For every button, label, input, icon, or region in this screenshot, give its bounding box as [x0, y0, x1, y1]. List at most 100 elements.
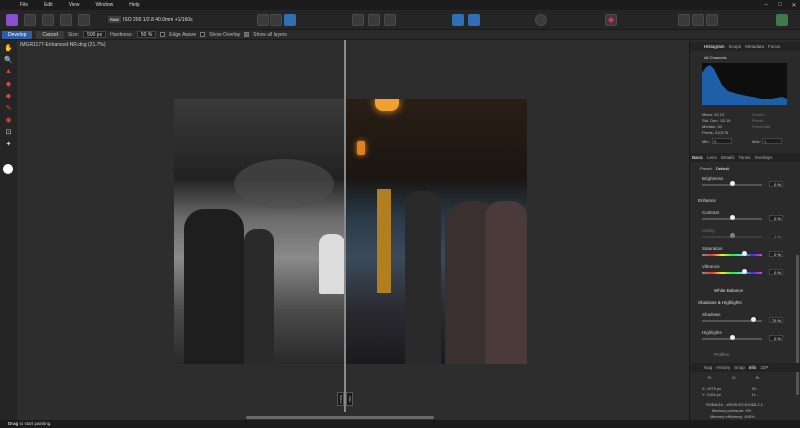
enhance-header[interactable]: Enhance	[698, 198, 716, 203]
photo-preview[interactable]	[174, 99, 527, 364]
brightness-value[interactable]: 0 %	[769, 181, 783, 187]
tab-lens[interactable]: Lens	[707, 155, 717, 160]
hand-tool-icon[interactable]: ✋	[4, 43, 13, 52]
view-mode-icon[interactable]	[257, 14, 269, 26]
highlights-knob[interactable]	[730, 335, 735, 340]
tab-histogram[interactable]: Histogram	[704, 44, 725, 49]
tab-tones[interactable]: Tones	[739, 155, 751, 160]
contrast-row: Contrast 0 %	[702, 210, 787, 221]
white-balance-header[interactable]: White Balance	[714, 288, 743, 293]
tab-details[interactable]: Details	[721, 155, 735, 160]
overlay-paint-icon[interactable]: ▲	[4, 67, 13, 76]
blemish-tool-icon[interactable]: ✦	[4, 139, 13, 148]
export-icon[interactable]	[78, 14, 90, 26]
hardness-field[interactable]: 50 %	[136, 31, 157, 38]
primary-color-icon[interactable]	[3, 164, 13, 174]
max-field[interactable]: 1	[762, 138, 782, 144]
horizontal-scrollbar[interactable]	[246, 416, 434, 419]
crop-tool-icon[interactable]: ⊡	[4, 127, 13, 136]
menu-view[interactable]: View	[61, 2, 88, 8]
show-all-layers-checkbox[interactable]	[244, 32, 250, 37]
max-label: Max:	[752, 139, 761, 144]
close-icon[interactable]: ✕	[790, 2, 798, 9]
size-field[interactable]: 500 px	[83, 31, 107, 38]
tab-focus[interactable]: Focus	[768, 44, 780, 49]
stat-levels: Levels:	[752, 112, 765, 117]
menu-file[interactable]: File	[0, 2, 36, 8]
vibrance-value[interactable]: 0 %	[769, 269, 783, 275]
clarity-knob[interactable]	[730, 233, 735, 238]
show-overlay-checkbox[interactable]	[200, 32, 206, 37]
saturation-value[interactable]: 0 %	[769, 251, 783, 257]
highlights-value[interactable]: 0 %	[769, 335, 783, 341]
mirror-view-icon[interactable]	[284, 14, 296, 26]
tab-basic[interactable]: Basic	[692, 155, 703, 160]
preset-select[interactable]: Default	[716, 166, 729, 171]
gradient-overlay-icon[interactable]: ◆	[4, 91, 13, 100]
tone-icon[interactable]	[60, 14, 72, 26]
shadows-value[interactable]: 70 %	[769, 317, 783, 323]
tab-snapshots[interactable]: Snap	[734, 365, 745, 370]
red-eye-tool-icon[interactable]: ◉	[4, 115, 13, 124]
brightness-knob[interactable]	[730, 181, 735, 186]
saturation-label: Saturation	[702, 246, 723, 251]
before-after-icon[interactable]	[452, 14, 464, 26]
tab-metadata[interactable]: Metadata	[745, 44, 764, 49]
clarity-value[interactable]: 0 %	[769, 233, 783, 239]
brightness-row: Brightness 0 %	[702, 176, 787, 187]
split-divider[interactable]	[344, 40, 346, 412]
assistant-icon[interactable]	[535, 14, 547, 26]
clip-highlights-icon[interactable]	[384, 14, 396, 26]
min-label: Min:	[702, 139, 710, 144]
shadows-knob[interactable]	[751, 317, 756, 322]
red-eye-icon[interactable]: ◆	[605, 14, 617, 26]
color-swatch-pink-icon[interactable]	[706, 14, 718, 26]
split-view-icon[interactable]	[270, 14, 282, 26]
clip-shadows-icon[interactable]	[352, 14, 364, 26]
right-panel: Histogram Scope Metadata Focus All Chann…	[689, 40, 800, 420]
tab-scope[interactable]: Scope	[729, 44, 742, 49]
clip-midtones-icon[interactable]	[368, 14, 380, 26]
cancel-button[interactable]: Cancel	[36, 30, 64, 39]
saturation-knob[interactable]	[742, 251, 747, 256]
edge-aware-checkbox[interactable]	[160, 32, 166, 37]
top-panel-tabs: Histogram Scope Metadata Focus	[690, 42, 800, 51]
contrast-value[interactable]: 0 %	[769, 215, 783, 221]
bottom-panel-tabs: Nag History Snap Info 32P	[690, 363, 800, 372]
highlights-row: Highlights 0 %	[702, 330, 787, 341]
compare-icon[interactable]	[468, 14, 480, 26]
menu-window[interactable]: Window	[87, 2, 121, 8]
tab-navigator[interactable]: Nag	[704, 365, 712, 370]
channels-select[interactable]: All Channels	[704, 55, 726, 60]
histogram-graph	[702, 63, 787, 105]
shadows-highlights-header[interactable]: Shadows & Highlights	[698, 300, 742, 305]
vibrance-knob[interactable]	[742, 269, 747, 274]
min-field[interactable]: 0	[712, 138, 732, 144]
menu-help[interactable]: Help	[121, 2, 147, 8]
settings-icon[interactable]	[24, 14, 36, 26]
minimize-icon[interactable]: –	[762, 2, 770, 8]
overlay-erase-icon[interactable]: ◆	[4, 79, 13, 88]
brush-tool-icon[interactable]: ✎	[4, 103, 13, 112]
zoom-tool-icon[interactable]: 🔍	[4, 55, 13, 64]
color-swatch-red-icon[interactable]	[678, 14, 690, 26]
app-persona-icon[interactable]	[6, 14, 18, 26]
tab-history[interactable]: History	[716, 365, 730, 370]
tab-info[interactable]: Info	[749, 365, 757, 370]
edge-aware-label: Edge Aware	[169, 31, 197, 38]
vibrance-track[interactable]	[702, 272, 762, 274]
contrast-knob[interactable]	[730, 215, 735, 220]
saturation-track[interactable]	[702, 254, 762, 256]
tab-32p[interactable]: 32P	[760, 365, 768, 370]
profiles-header[interactable]: Profiles	[714, 352, 729, 357]
show-all-layers-label: Show all layers	[253, 31, 287, 38]
user-avatar-icon[interactable]	[776, 14, 788, 26]
panel-scrollbar[interactable]	[796, 255, 799, 395]
color-wheel-icon[interactable]	[42, 14, 54, 26]
tab-overlays[interactable]: Overlays	[755, 155, 773, 160]
color-swatch-yellow-icon[interactable]	[692, 14, 704, 26]
show-overlay-label: Show Overlay	[209, 31, 241, 38]
develop-button[interactable]: Develop	[2, 30, 33, 39]
menu-edit[interactable]: Edit	[36, 2, 61, 8]
maximize-icon[interactable]: □	[776, 2, 784, 8]
